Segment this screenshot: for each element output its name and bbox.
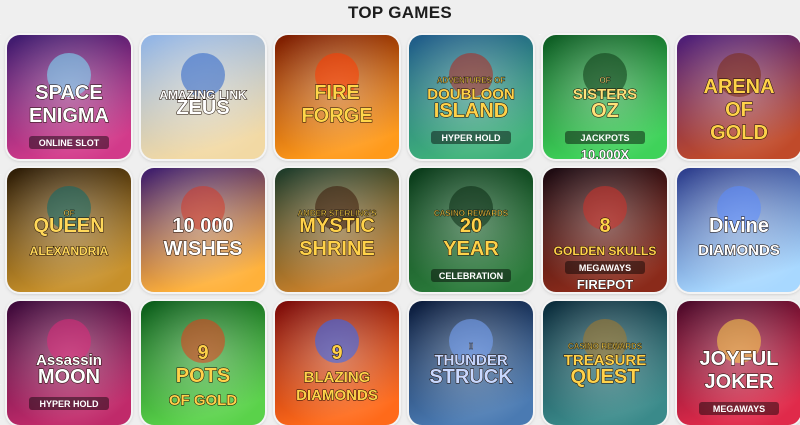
game-subtitle: HYPER HOLD xyxy=(39,399,99,409)
game-tile-assassin-moon[interactable]: Assassin MOON HYPER HOLD xyxy=(7,301,131,425)
game-title-line: 9 xyxy=(197,342,208,364)
game-title-line: JOYFUL xyxy=(700,348,779,370)
game-subtitle: MEGAWAYS xyxy=(579,263,631,273)
game-artwork: OFQUEENALEXANDRIA xyxy=(7,168,131,292)
game-title-line: STRUCK xyxy=(429,366,513,388)
game-title-line: OF xyxy=(725,99,753,121)
game-title-line: BLAZING xyxy=(304,369,371,386)
game-title-line: JOKER xyxy=(705,371,774,393)
game-title-line: QUEST xyxy=(571,366,640,388)
game-tile-8-golden-skulls-megaways[interactable]: 8 GOLDEN SKULLS MEGAWAYS FIREPOT xyxy=(543,168,667,292)
game-tile-queen-of-alexandria[interactable]: OF QUEEN ALEXANDRIA xyxy=(7,168,131,292)
section-title: TOP GAMES xyxy=(347,3,453,22)
game-tile-divine-diamonds[interactable]: Divine DIAMONDS xyxy=(677,168,800,292)
game-subtitle: HYPER HOLD xyxy=(441,133,501,143)
game-artwork: ADVENTURES OFDOUBLOONISLANDHYPER HOLD xyxy=(409,35,533,159)
game-artwork: Divine DIAMONDS xyxy=(677,168,800,292)
game-artwork: JOYFULJOKER MEGAWAYS xyxy=(677,301,800,425)
game-title-line: FIRE xyxy=(314,82,360,104)
game-extra-label: 10,000X xyxy=(581,147,630,159)
game-tile-sisters-of-oz-jackpots[interactable]: OF SISTERS OZ JACKPOTS 10,000X xyxy=(543,35,667,159)
game-title-line: 9 xyxy=(331,342,342,364)
game-subtitle: JACKPOTS xyxy=(580,133,629,143)
game-title-line: GOLD xyxy=(710,122,768,144)
game-title-line: Divine xyxy=(709,215,769,237)
game-subtitle: CELEBRATION xyxy=(439,271,503,281)
game-tile-amazing-link-zeus[interactable]: AMAZING LINK ZEUS xyxy=(141,35,265,159)
game-tile-space-enigma[interactable]: SPACE ENIGMA ONLINE SLOT xyxy=(7,35,131,159)
game-artwork: 9 BLAZINGDIAMONDS xyxy=(275,301,399,425)
game-tile-9-blazing-diamonds[interactable]: 9 BLAZING DIAMONDS xyxy=(275,301,399,425)
game-tile-casino-rewards-20-year-celebration[interactable]: CASINO REWARDS 20 YEAR CELEBRATION xyxy=(409,168,533,292)
game-extra-label: FIREPOT xyxy=(577,277,633,292)
game-title-line: SHRINE xyxy=(299,238,375,260)
game-title-line: ENIGMA xyxy=(29,105,109,127)
game-artwork: ARENAOFGOLD xyxy=(677,35,800,159)
games-grid: SPACE ENIGMA ONLINE SLOT AMAZING LINK ZEUS FI… xyxy=(7,35,800,425)
game-title-line: QUEEN xyxy=(33,215,104,237)
game-title-line: OZ xyxy=(591,100,619,122)
game-tile-treasure-quest[interactable]: CASINO REWARDS TREASURE QUEST xyxy=(543,301,667,425)
game-artwork: AMBER STERLING'SMYSTICSHRINE xyxy=(275,168,399,292)
game-title-line: 20 xyxy=(460,215,482,237)
game-title-line: FORGE xyxy=(301,105,372,127)
game-pretitle: ADVENTURES OF xyxy=(437,76,506,85)
game-artwork: IITHUNDERSTRUCK xyxy=(409,301,533,425)
game-artwork: FIREFORGE xyxy=(275,35,399,159)
game-title-line: DIAMONDS xyxy=(698,242,780,259)
game-tile-10000-wishes[interactable]: 10 000 WISHES xyxy=(141,168,265,292)
game-title-line: 8 xyxy=(599,215,610,237)
game-title-line: WISHES xyxy=(164,238,243,260)
game-title-line: DIAMONDS xyxy=(296,387,378,404)
game-pretitle: CASINO REWARDS xyxy=(568,342,643,351)
game-title-line: MYSTIC xyxy=(299,215,375,237)
game-pretitle: OF xyxy=(599,76,610,85)
game-artwork: CASINO REWARDSTREASUREQUEST xyxy=(543,301,667,425)
game-title-line: ARENA xyxy=(703,76,774,98)
game-pretitle: II xyxy=(469,342,473,351)
game-tile-joyful-joker-megaways[interactable]: JOYFUL JOKER MEGAWAYS xyxy=(677,301,800,425)
game-tile-mystic-shrine[interactable]: AMBER STERLING'S MYSTIC SHRINE xyxy=(275,168,399,292)
game-title-line: SPACE xyxy=(35,82,102,104)
game-title-line: GOLDEN SKULLS xyxy=(554,244,657,258)
game-tile-9-pots-of-gold[interactable]: 9 POTS OF GOLD xyxy=(141,301,265,425)
game-tile-doubloon-island[interactable]: ADVENTURES OF DOUBLOON ISLAND HYPER HOLD xyxy=(409,35,533,159)
game-artwork: 10 000WISHES xyxy=(141,168,265,292)
game-subtitle: ONLINE SLOT xyxy=(39,138,100,148)
game-title-line: ZEUS xyxy=(176,97,229,119)
game-artwork: 8 GOLDEN SKULLS MEGAWAYS FIREPOT xyxy=(543,168,667,292)
game-artwork: SPACEENIGMA ONLINE SLOT xyxy=(7,35,131,159)
game-tile-arena-of-gold[interactable]: ARENA OF GOLD xyxy=(677,35,800,159)
game-title-line: 10 000 xyxy=(172,215,233,237)
game-artwork: AssassinMOONHYPER HOLD xyxy=(7,301,131,425)
game-title-line: ALEXANDRIA xyxy=(30,244,109,258)
game-title-line: YEAR xyxy=(443,238,499,260)
game-artwork: OFSISTERSOZJACKPOTS10,000X xyxy=(543,35,667,159)
game-tile-fire-forge[interactable]: FIRE FORGE xyxy=(275,35,399,159)
game-subtitle: MEGAWAYS xyxy=(713,404,765,414)
game-artwork: 9POTS OF GOLD xyxy=(141,301,265,425)
game-title-line: ISLAND xyxy=(434,100,508,122)
game-artwork: CASINO REWARDS20YEARCELEBRATION xyxy=(409,168,533,292)
game-title-line: MOON xyxy=(38,366,100,388)
game-title-line: POTS xyxy=(176,365,230,387)
game-tile-thunderstruck-2[interactable]: II THUNDER STRUCK xyxy=(409,301,533,425)
game-artwork: AMAZING LINKZEUS xyxy=(141,35,265,159)
game-title-line: OF GOLD xyxy=(169,392,237,409)
